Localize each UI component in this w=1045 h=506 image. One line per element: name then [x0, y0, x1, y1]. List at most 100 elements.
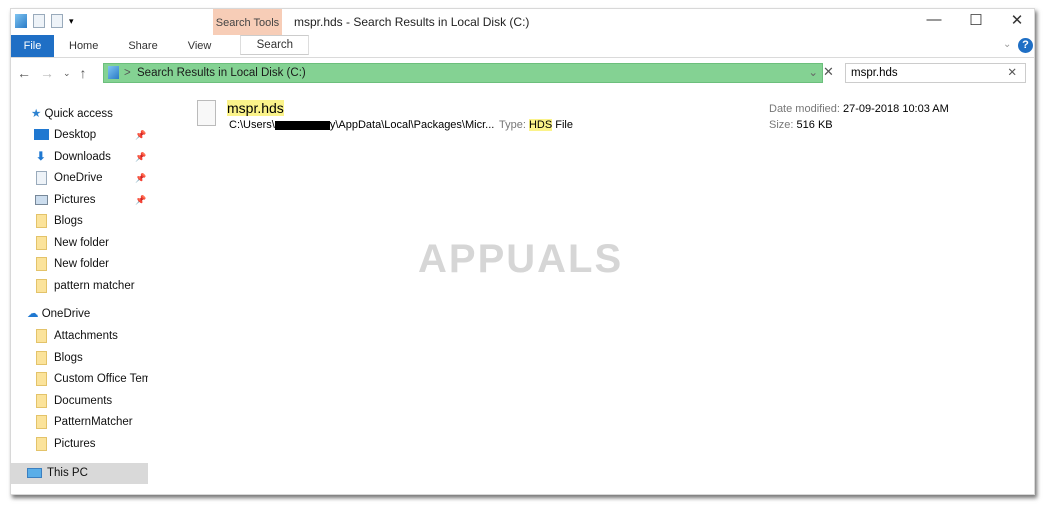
sidebar-item-label: PatternMatcher	[54, 416, 133, 428]
address-dropdown-icon[interactable]: ⌄	[808, 64, 818, 82]
pin-icon: 📌	[135, 173, 147, 183]
redacted-username	[274, 120, 330, 130]
pin-icon: 📌	[135, 130, 147, 140]
address-bar[interactable]: > Search Results in Local Disk (C:) ⌄	[103, 63, 823, 83]
recent-locations-icon[interactable]: ⌄	[63, 68, 71, 79]
size-value: 516 KB	[796, 119, 833, 131]
tab-view[interactable]: View	[173, 35, 227, 57]
tab-home[interactable]: Home	[54, 35, 113, 57]
search-tools-context-tab: Search Tools	[213, 9, 282, 35]
navigation-buttons: ← → ⌄ ↑	[17, 65, 87, 81]
pictures-icon	[35, 195, 48, 205]
sidebar-item-attachments[interactable]: Attachments	[34, 326, 118, 346]
folder-icon	[36, 437, 47, 451]
path-suffix: y\AppData\Local\Packages\Micr...	[329, 119, 495, 131]
sidebar-item-label: This PC	[47, 467, 88, 479]
result-type: Type: HDS File	[499, 119, 573, 131]
watermark-logo: APPUALS	[418, 237, 624, 281]
sidebar-item-new-folder-2[interactable]: New folder	[34, 254, 109, 274]
sidebar-item-label: New folder	[54, 258, 109, 270]
tab-share[interactable]: Share	[113, 35, 172, 57]
quick-access-toolbar: ▾	[15, 14, 74, 28]
close-button[interactable]: ✕	[1002, 11, 1032, 29]
sidebar-item-pictures[interactable]: Pictures 📌	[34, 190, 149, 210]
folder-icon	[36, 351, 47, 365]
window-title: mspr.hds - Search Results in Local Disk …	[294, 15, 530, 29]
sidebar-item-blogs-od[interactable]: Blogs	[34, 348, 83, 368]
sidebar-item-label: Blogs	[54, 215, 83, 227]
sidebar-item-pattern-matcher[interactable]: pattern matcher	[34, 276, 135, 296]
pin-icon: 📌	[135, 195, 147, 205]
type-label: Type:	[499, 119, 526, 131]
customize-qat-icon[interactable]: ▾	[69, 16, 74, 27]
help-icon[interactable]: ?	[1018, 38, 1033, 53]
sidebar-item-label: OneDrive	[54, 172, 103, 184]
sidebar-item-new-folder[interactable]: New folder	[34, 233, 109, 253]
type-rest: File	[552, 119, 573, 131]
forward-icon[interactable]: →	[40, 65, 54, 81]
up-icon[interactable]: ↑	[80, 65, 87, 81]
back-icon[interactable]: ←	[17, 65, 31, 81]
sidebar-item-label: Pictures	[54, 194, 96, 206]
desktop-icon	[34, 129, 49, 140]
sidebar-item-label: Quick access	[44, 108, 113, 120]
explorer-window: ▾ Search Tools mspr.hds - Search Results…	[10, 8, 1035, 495]
sidebar-item-pictures-od[interactable]: Pictures	[34, 434, 96, 454]
folder-icon	[36, 279, 47, 293]
sidebar-item-custom-office[interactable]: Custom Office Tem	[34, 369, 148, 389]
folder-icon	[36, 236, 47, 250]
tab-search[interactable]: Search	[240, 35, 310, 55]
sidebar-item-this-pc[interactable]: This PC	[11, 463, 148, 484]
expand-ribbon-icon[interactable]: ⌄	[1003, 39, 1011, 50]
minimize-button[interactable]: —	[919, 11, 949, 28]
sidebar-item-label: Documents	[54, 395, 113, 407]
clear-address-icon[interactable]: ✕	[823, 64, 834, 80]
pin-icon: 📌	[135, 152, 147, 162]
sidebar-item-label: OneDrive	[41, 308, 91, 320]
sidebar-item-blogs[interactable]: Blogs	[34, 211, 83, 231]
properties-icon[interactable]	[33, 14, 45, 28]
search-value: mspr.hds	[851, 67, 898, 79]
document-icon	[36, 171, 47, 185]
sidebar-item-label: Pictures	[54, 438, 96, 450]
folder-icon	[36, 257, 47, 271]
result-path: C:\Users\ y\AppData\Local\Packages\Micr..…	[229, 119, 494, 131]
sidebar-item-label: Blogs	[54, 352, 83, 364]
result-size: Size: 516 KB	[769, 119, 833, 131]
breadcrumb[interactable]: Search Results in Local Disk (C:)	[137, 64, 306, 82]
sidebar-item-downloads[interactable]: ⬇ Downloads 📌	[34, 147, 149, 167]
search-location-icon	[108, 66, 119, 79]
folder-icon	[36, 372, 47, 386]
new-folder-icon[interactable]	[51, 14, 63, 28]
ribbon-divider	[11, 57, 1034, 58]
computer-icon	[27, 468, 42, 478]
date-label: Date modified:	[769, 103, 840, 115]
maximize-button[interactable]: ☐	[961, 11, 991, 29]
ribbon-tabs: File Home Share View Search	[11, 35, 310, 57]
tab-file[interactable]: File	[11, 35, 54, 57]
sidebar-item-label: Custom Office Tem	[54, 373, 148, 385]
clear-search-icon[interactable]: ✕	[1007, 64, 1017, 82]
download-icon: ⬇	[36, 151, 46, 163]
sidebar-item-patternmatcher[interactable]: PatternMatcher	[34, 412, 133, 432]
sidebar-item-onedrive[interactable]: ☁ OneDrive	[27, 304, 90, 324]
folder-icon	[36, 394, 47, 408]
sidebar-item-desktop[interactable]: Desktop 📌	[34, 125, 149, 145]
result-date: Date modified: 27-09-2018 10:03 AM	[769, 103, 949, 115]
folder-icon	[36, 329, 47, 343]
file-icon	[197, 100, 216, 126]
sidebar-item-quick-access[interactable]: ★ Quick access	[31, 104, 113, 124]
result-name[interactable]: mspr.hds	[227, 100, 284, 116]
folder-icon	[36, 415, 47, 429]
explorer-icon	[15, 14, 27, 28]
sidebar-item-label: Attachments	[54, 330, 118, 342]
path-prefix: C:\Users\	[229, 119, 275, 131]
folder-icon	[36, 214, 47, 228]
result-item[interactable]: mspr.hds	[227, 100, 284, 116]
cloud-icon: ☁	[27, 308, 39, 320]
size-label: Size:	[769, 119, 794, 131]
search-input[interactable]: mspr.hds ✕	[845, 63, 1026, 83]
sidebar-item-documents[interactable]: Documents	[34, 391, 112, 411]
sidebar-item-onedrive-quick[interactable]: OneDrive 📌	[34, 168, 149, 188]
breadcrumb-separator: >	[124, 67, 131, 79]
